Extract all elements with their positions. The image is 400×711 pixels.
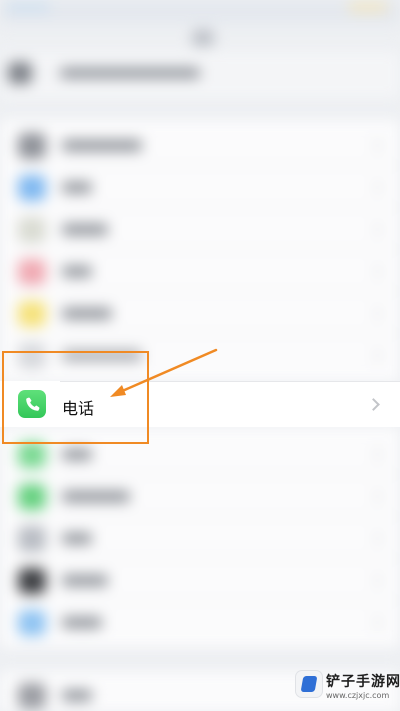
settings-row[interactable] [0, 292, 400, 334]
annotation-highlight-box [2, 351, 149, 444]
status-bar [0, 0, 400, 24]
settings-row[interactable] [0, 601, 400, 643]
chevron-right-icon [367, 398, 380, 411]
settings-row[interactable] [0, 250, 400, 292]
settings-row[interactable] [0, 124, 400, 166]
watermark: 铲子手游网 www.czjxjc.com [290, 663, 400, 711]
avatar [8, 62, 32, 84]
settings-row[interactable] [0, 166, 400, 208]
watermark-title: 铲子手游网 [326, 674, 400, 690]
settings-group-2 [0, 427, 400, 647]
watermark-logo-icon [296, 671, 322, 697]
settings-row[interactable] [0, 559, 400, 601]
header-icon [192, 30, 214, 46]
profile-row[interactable] [0, 52, 400, 98]
settings-row[interactable] [0, 517, 400, 559]
settings-row[interactable] [0, 475, 400, 517]
screen: 电话 铲子手游网 www.czjxjc.com [0, 0, 400, 711]
settings-row[interactable] [0, 208, 400, 250]
settings-group-1 [0, 120, 400, 382]
watermark-url: www.czjxjc.com [326, 691, 390, 700]
